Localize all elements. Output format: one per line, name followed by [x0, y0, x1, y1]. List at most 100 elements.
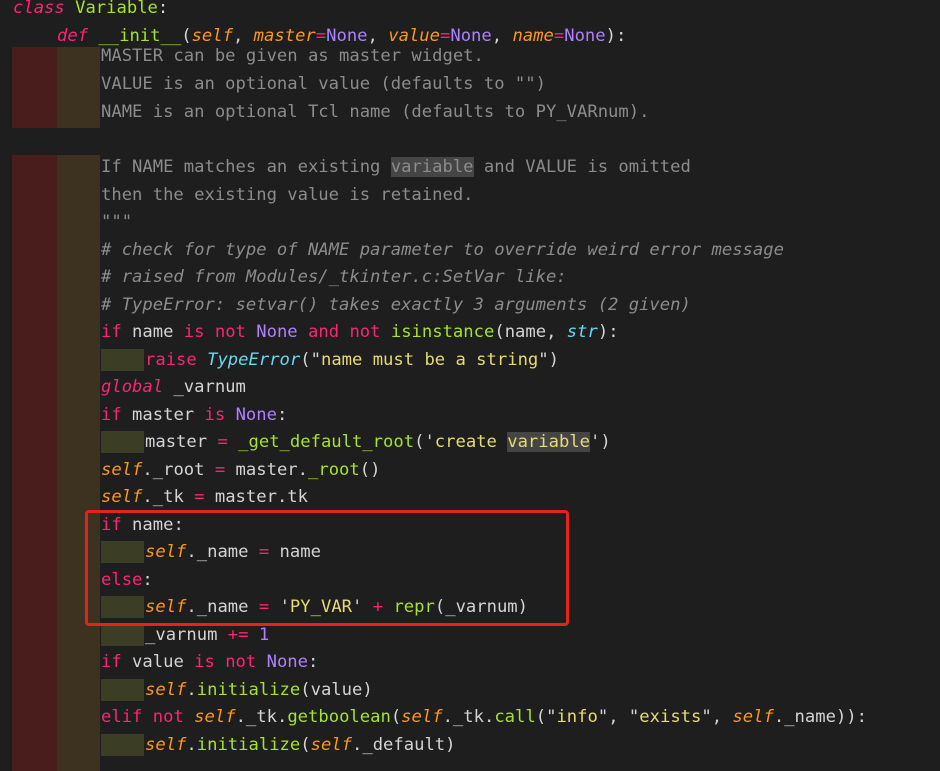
code-token: self — [310, 735, 353, 755]
code-token: ( — [535, 707, 547, 727]
code-token: master.tk — [204, 487, 308, 507]
code-line[interactable]: # raised from Modules/_tkinter.c:SetVar … — [101, 264, 567, 292]
code-line[interactable]: self._tk = master.tk — [101, 484, 308, 512]
code-line[interactable]: NAME is an optional Tcl name (defaults t… — [101, 99, 649, 127]
code-token: , — [711, 707, 733, 727]
code-token: TypeError — [207, 350, 301, 370]
code-token: ) — [362, 680, 373, 700]
code-token: . — [186, 735, 197, 755]
code-token: self — [732, 707, 774, 727]
code-token: = — [217, 432, 228, 452]
code-token: ) — [600, 432, 611, 452]
code-token: MASTER can be given as master widget. — [101, 46, 484, 66]
code-token: not — [225, 652, 257, 672]
code-token: is — [204, 405, 226, 425]
code-token: = — [214, 460, 226, 480]
code-token: self — [101, 487, 143, 507]
code-line[interactable]: self._root = master._root() — [101, 457, 380, 485]
code-token: master — [145, 432, 218, 452]
code-token: name — [121, 322, 184, 342]
code-line[interactable]: self.initialize(value) — [145, 677, 373, 705]
code-token: ) — [445, 735, 456, 755]
code-token: elif — [101, 707, 143, 727]
code-token: () — [359, 460, 381, 480]
code-token: # raised from Modules/_tkinter.c:SetVar … — [101, 267, 567, 287]
code-token: name — [504, 322, 547, 342]
code-line[interactable]: _varnum += 1 — [145, 622, 269, 650]
code-line[interactable]: self.initialize(self._default) — [145, 732, 456, 760]
code-token: , — [546, 322, 567, 342]
code-line[interactable]: # TypeError: setvar() takes exactly 3 ar… — [101, 292, 691, 320]
code-line[interactable]: # check for type of NAME parameter to ov… — [101, 237, 784, 265]
code-token: " — [546, 707, 557, 727]
code-token: ' — [424, 432, 435, 452]
code-token: None — [256, 322, 298, 342]
code-line[interactable]: raise TypeError("name must be a string") — [145, 347, 559, 375]
code-token: ' — [590, 432, 601, 452]
code-token: and VALUE is omitted — [473, 157, 691, 177]
code-token: _varnum — [145, 625, 228, 645]
code-token: if — [101, 322, 122, 342]
code-token: _varnum — [163, 377, 246, 397]
code-token: is — [183, 322, 205, 342]
indent-guide-olive — [101, 734, 144, 756]
code-token: is — [194, 652, 215, 672]
code-token: def — [57, 26, 89, 46]
code-line[interactable]: class Variable: — [13, 0, 168, 23]
code-line[interactable]: MASTER can be given as master widget. — [101, 43, 484, 71]
code-line[interactable]: """ — [101, 209, 132, 237]
code-token: getboolean — [287, 707, 391, 727]
highlight-box — [85, 510, 569, 626]
code-token: _get_default_root — [238, 432, 415, 452]
code-token: initialize — [196, 735, 301, 755]
indent-guide-brown — [57, 155, 100, 771]
indent-guide-olive — [101, 624, 144, 646]
code-token: _root — [308, 460, 360, 480]
code-token: value — [121, 652, 195, 672]
indent-guide-olive — [101, 679, 144, 701]
code-line[interactable]: master = _get_default_root('create varia… — [145, 429, 611, 457]
code-token: ( — [300, 350, 311, 370]
code-token: None — [564, 26, 606, 46]
code-token: if — [101, 405, 122, 425]
code-token: ._tk — [142, 487, 195, 507]
code-token: += — [227, 625, 249, 645]
code-token: ._default — [352, 735, 446, 755]
code-token: = — [194, 487, 205, 507]
code-token: call — [494, 707, 536, 727]
code-token: self — [145, 735, 187, 755]
code-token: None — [235, 405, 277, 425]
code-token: self — [194, 707, 236, 727]
code-token: ( — [494, 322, 505, 342]
code-line[interactable]: if name is not None and not isinstance(n… — [101, 319, 619, 347]
code-token: . — [186, 680, 197, 700]
code-token: master. — [225, 460, 308, 480]
code-token: ._tk. — [235, 707, 288, 727]
code-token: " — [628, 707, 640, 727]
code-line[interactable]: then the existing value is retained. — [101, 182, 474, 210]
code-token: # TypeError: setvar() takes exactly 3 ar… — [101, 295, 691, 315]
code-token: isinstance — [390, 322, 495, 342]
code-token: ): — [597, 322, 619, 342]
code-token: """ — [101, 212, 133, 232]
code-line[interactable]: VALUE is an optional value (defaults to … — [101, 71, 546, 99]
code-token: " — [310, 350, 321, 370]
code-token: VALUE is an optional value (defaults to … — [101, 74, 546, 94]
code-line[interactable]: if value is not None: — [101, 649, 318, 677]
code-line[interactable]: If NAME matches an existing variable and… — [101, 154, 691, 182]
code-token: ( — [300, 735, 311, 755]
code-token: not — [214, 322, 246, 342]
indent-guide-red — [12, 47, 57, 128]
code-token: ( — [414, 432, 425, 452]
code-token: 1 — [258, 625, 270, 645]
code-editor[interactable]: class Variable: def __init__(self, master… — [0, 0, 940, 771]
code-token: variable — [507, 432, 591, 452]
code-line[interactable]: elif not self._tk.getboolean(self._tk.ca… — [101, 704, 867, 732]
code-token: str — [566, 322, 598, 342]
code-line[interactable]: if master is None: — [101, 402, 287, 430]
code-line[interactable]: global _varnum — [101, 374, 246, 402]
